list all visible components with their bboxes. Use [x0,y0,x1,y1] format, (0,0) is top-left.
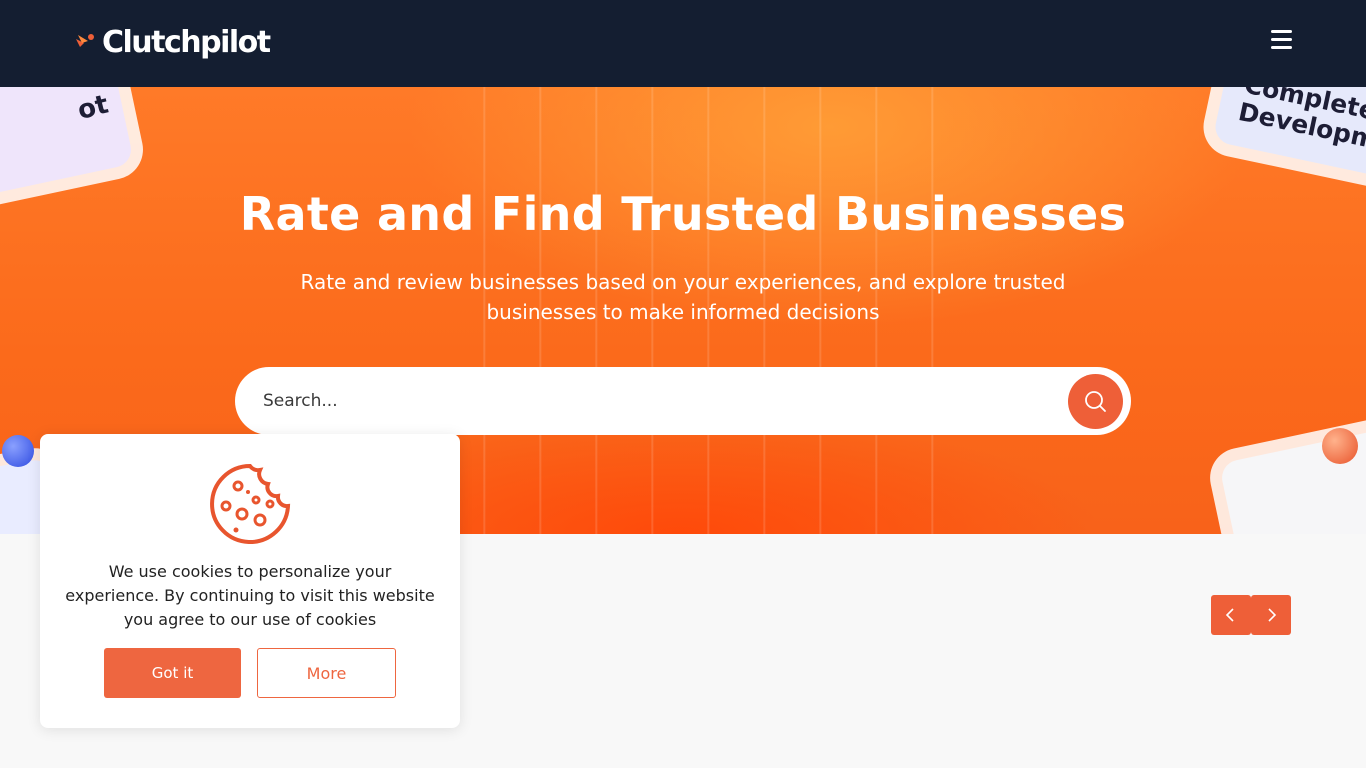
decorative-card-top-right: Complete Developm [1212,87,1366,191]
search-input[interactable] [263,385,1043,417]
hero-title: Rate and Find Trusted Businesses [239,187,1127,241]
decorative-pin-icon [1322,428,1358,464]
decorative-pin-icon [2,435,34,467]
cookie-message: We use cookies to personalize your exper… [65,562,435,629]
cookie-more-button[interactable]: More [257,648,396,698]
carousel-navigation [1211,595,1291,635]
top-navbar: Clutchpilot [0,0,1366,87]
cookie-consent-banner: We use cookies to personalize your exper… [40,434,460,728]
logo-bird-icon [74,29,100,55]
hero-subtitle: Rate and review businesses based on your… [300,270,1066,324]
search-icon [1085,391,1106,412]
carousel-next-button[interactable] [1251,595,1291,635]
chevron-right-icon [1268,608,1277,622]
search-button[interactable] [1068,374,1123,429]
chevron-left-icon [1225,608,1234,622]
cookie-icon [210,463,291,544]
search-bar [235,367,1131,435]
carousel-prev-button[interactable] [1211,595,1251,635]
cookie-accept-button[interactable]: Got it [104,648,241,698]
logo-text: Clutchpilot [102,24,271,60]
hamburger-menu-icon[interactable] [1268,30,1294,54]
clutchpilot-logo[interactable]: Clutchpilot [74,22,271,62]
